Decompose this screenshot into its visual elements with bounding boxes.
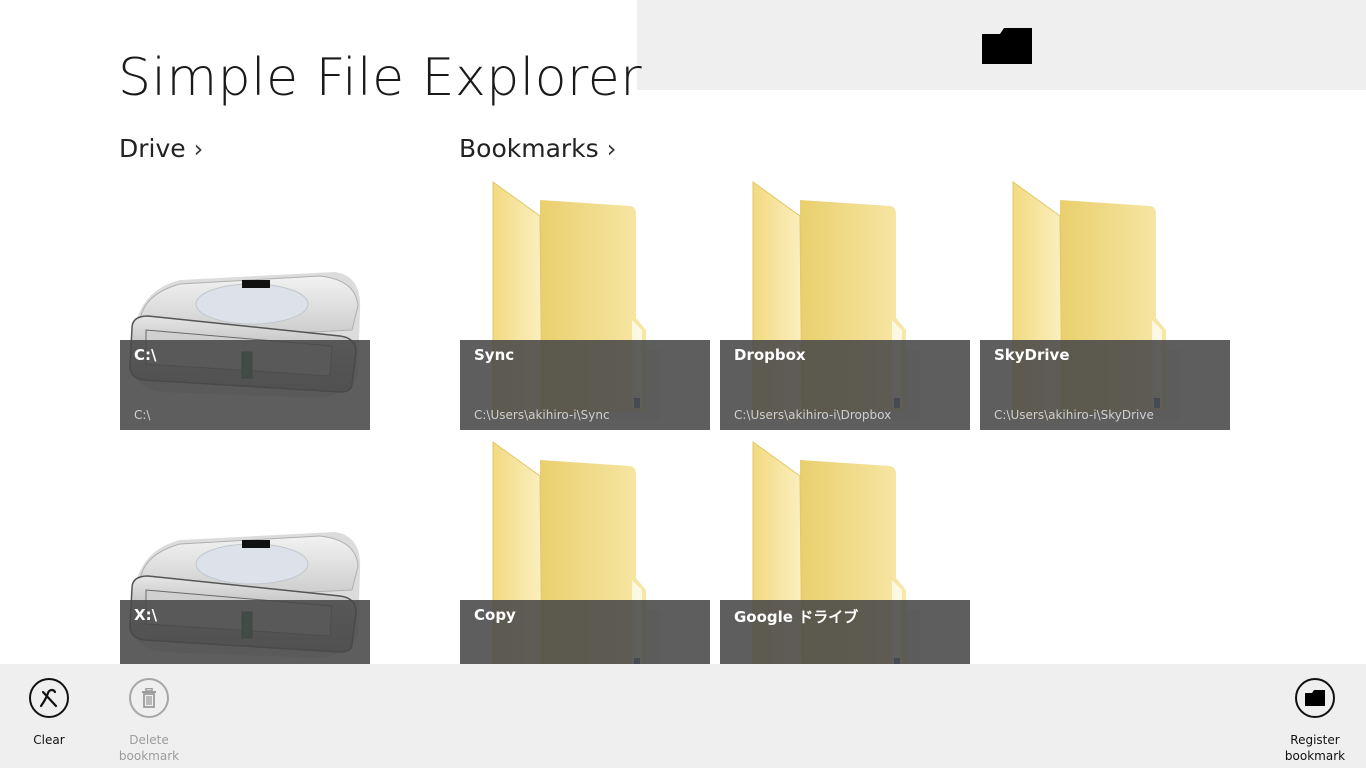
- tile-name: SkyDrive: [994, 346, 1070, 364]
- delete-bookmark-label: Delete bookmark: [104, 732, 194, 764]
- delete-label-line2: bookmark: [118, 749, 180, 763]
- chevron-right-icon: ›: [193, 135, 204, 163]
- top-panel: [637, 0, 1366, 90]
- tile-path: C:\Users\akihiro-i\SkyDrive: [994, 408, 1154, 422]
- bookmark-tile-google-drive[interactable]: Google ドライブ: [720, 440, 970, 664]
- register-bookmark-label: Register bookmark: [1270, 732, 1360, 764]
- section-header-drive-label: Drive: [119, 134, 186, 163]
- chevron-right-icon: ›: [606, 135, 617, 163]
- drive-tile-x[interactable]: X:\: [120, 440, 370, 664]
- delete-label-line1: Delete: [129, 733, 169, 747]
- tile-caption: Google ドライブ: [720, 600, 970, 664]
- tile-name: Google ドライブ: [734, 608, 859, 626]
- tile-path: C:\: [134, 408, 151, 422]
- register-label-line1: Register: [1290, 733, 1340, 747]
- tile-caption: Copy: [460, 600, 710, 664]
- tile-caption: X:\: [120, 600, 370, 664]
- section-header-bookmarks[interactable]: Bookmarks ›: [459, 134, 616, 163]
- app-bar: Clear Delete bookmark Register bookmark: [0, 664, 1366, 768]
- bookmark-tile-copy[interactable]: Copy: [460, 440, 710, 664]
- tile-caption: Sync C:\Users\akihiro-i\Sync: [460, 340, 710, 430]
- bookmark-tile-sync[interactable]: Sync C:\Users\akihiro-i\Sync: [460, 180, 710, 430]
- app-title: Simple File Explorer: [118, 48, 643, 108]
- tile-caption: Dropbox C:\Users\akihiro-i\Dropbox: [720, 340, 970, 430]
- register-label-line2: bookmark: [1284, 749, 1346, 763]
- section-header-bookmarks-label: Bookmarks: [459, 134, 599, 163]
- register-bookmark-button[interactable]: Register bookmark: [1270, 678, 1360, 764]
- trash-icon: [129, 678, 169, 718]
- tile-caption: C:\ C:\: [120, 340, 370, 430]
- tile-path: C:\Users\akihiro-i\Dropbox: [734, 408, 892, 422]
- section-header-drive[interactable]: Drive ›: [119, 134, 203, 163]
- tile-caption: SkyDrive C:\Users\akihiro-i\SkyDrive: [980, 340, 1230, 430]
- bookmark-tile-dropbox[interactable]: Dropbox C:\Users\akihiro-i\Dropbox: [720, 180, 970, 430]
- clear-x-icon: [29, 678, 69, 718]
- tile-name: C:\: [134, 346, 157, 364]
- tile-name: Copy: [474, 606, 516, 624]
- tile-name: X:\: [134, 606, 158, 624]
- folder-icon[interactable]: [980, 26, 1034, 66]
- folder-icon: [1295, 678, 1335, 718]
- tile-name: Sync: [474, 346, 515, 364]
- clear-button[interactable]: Clear: [4, 678, 94, 748]
- delete-bookmark-button[interactable]: Delete bookmark: [104, 678, 194, 764]
- tile-name: Dropbox: [734, 346, 806, 364]
- clear-label: Clear: [33, 733, 65, 747]
- tile-path: C:\Users\akihiro-i\Sync: [474, 408, 610, 422]
- drive-tile-c[interactable]: C:\ C:\: [120, 180, 370, 430]
- bookmark-tile-skydrive[interactable]: SkyDrive C:\Users\akihiro-i\SkyDrive: [980, 180, 1230, 430]
